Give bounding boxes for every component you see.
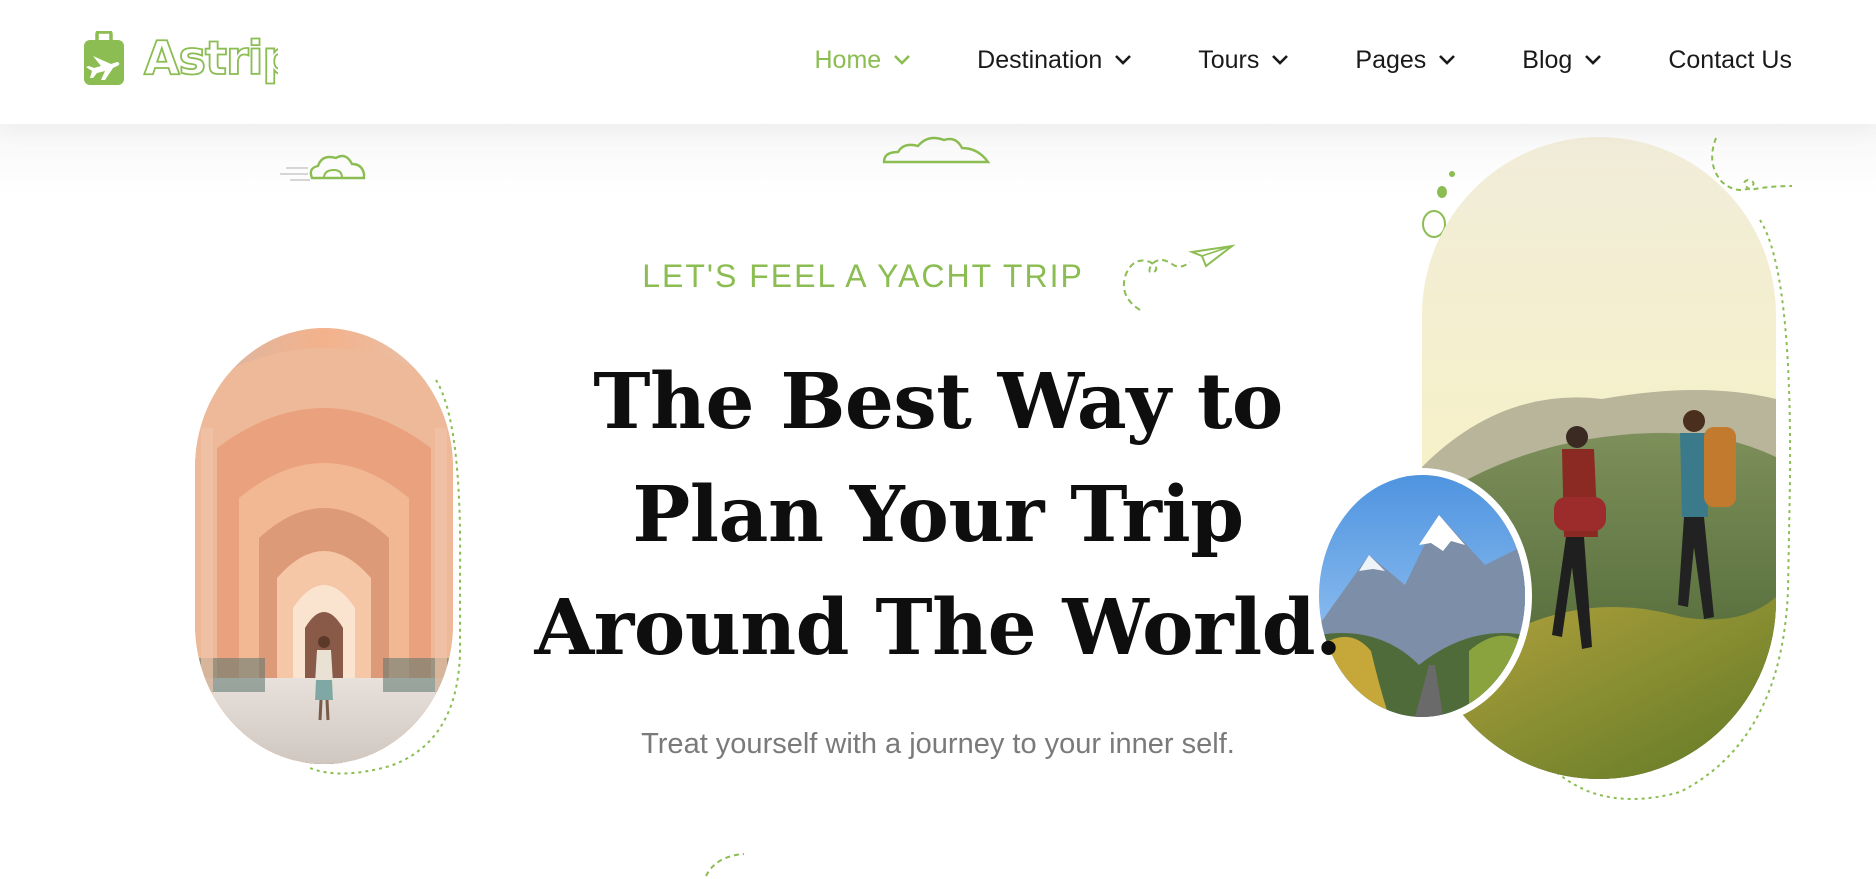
nav-item-destination[interactable]: Destination bbox=[977, 46, 1132, 75]
hero-headline: The Best Way to Plan Your Trip Around Th… bbox=[520, 346, 1356, 685]
arched-corridor-photo bbox=[195, 328, 453, 764]
nav-item-label: Home bbox=[814, 45, 882, 74]
cloud-icon bbox=[882, 136, 991, 164]
hero-tagline: Treat yourself with a journey to your in… bbox=[641, 728, 1235, 760]
logo-text: Astrip bbox=[144, 31, 278, 85]
site-header: Astrip Home Destination Tours Pages Blog bbox=[0, 0, 1876, 124]
headline-line: Around The World. bbox=[534, 583, 1342, 673]
nav-item-label: Tours bbox=[1198, 45, 1260, 74]
main-nav: Home Destination Tours Pages Blog Contac… bbox=[814, 38, 1792, 82]
cloud-icon bbox=[280, 154, 366, 181]
headline-line: Plan Your Trip bbox=[632, 470, 1244, 560]
nav-item-tours[interactable]: Tours bbox=[1198, 46, 1289, 75]
nav-item-label: Destination bbox=[977, 45, 1103, 74]
nav-item-pages[interactable]: Pages bbox=[1355, 46, 1456, 75]
chevron-down-icon bbox=[1272, 55, 1289, 65]
page: Astrip Home Destination Tours Pages Blog bbox=[0, 0, 1876, 879]
nav-item-home[interactable]: Home bbox=[814, 46, 911, 75]
suitcase-plane-icon bbox=[84, 31, 124, 85]
chevron-down-icon bbox=[1115, 55, 1132, 65]
chevron-down-icon bbox=[1585, 55, 1602, 65]
nav-item-label: Contact Us bbox=[1668, 45, 1792, 74]
logo-link[interactable]: Astrip bbox=[82, 30, 278, 88]
nav-item-blog[interactable]: Blog bbox=[1522, 46, 1602, 75]
nav-item-label: Blog bbox=[1522, 45, 1573, 74]
chevron-down-icon bbox=[1439, 55, 1456, 65]
nav-item-contact-us[interactable]: Contact Us bbox=[1668, 46, 1792, 75]
headline-line: The Best Way to bbox=[593, 357, 1283, 447]
arched-corridor-illustration bbox=[195, 328, 453, 764]
nav-item-label: Pages bbox=[1355, 45, 1427, 74]
dotted-arc-decoration bbox=[705, 853, 745, 877]
logo-wordmark: Astrip bbox=[143, 30, 278, 86]
chevron-down-icon bbox=[894, 55, 911, 65]
hero-subtitle: LET'S FEEL A YACHT TRIP bbox=[642, 258, 1084, 294]
